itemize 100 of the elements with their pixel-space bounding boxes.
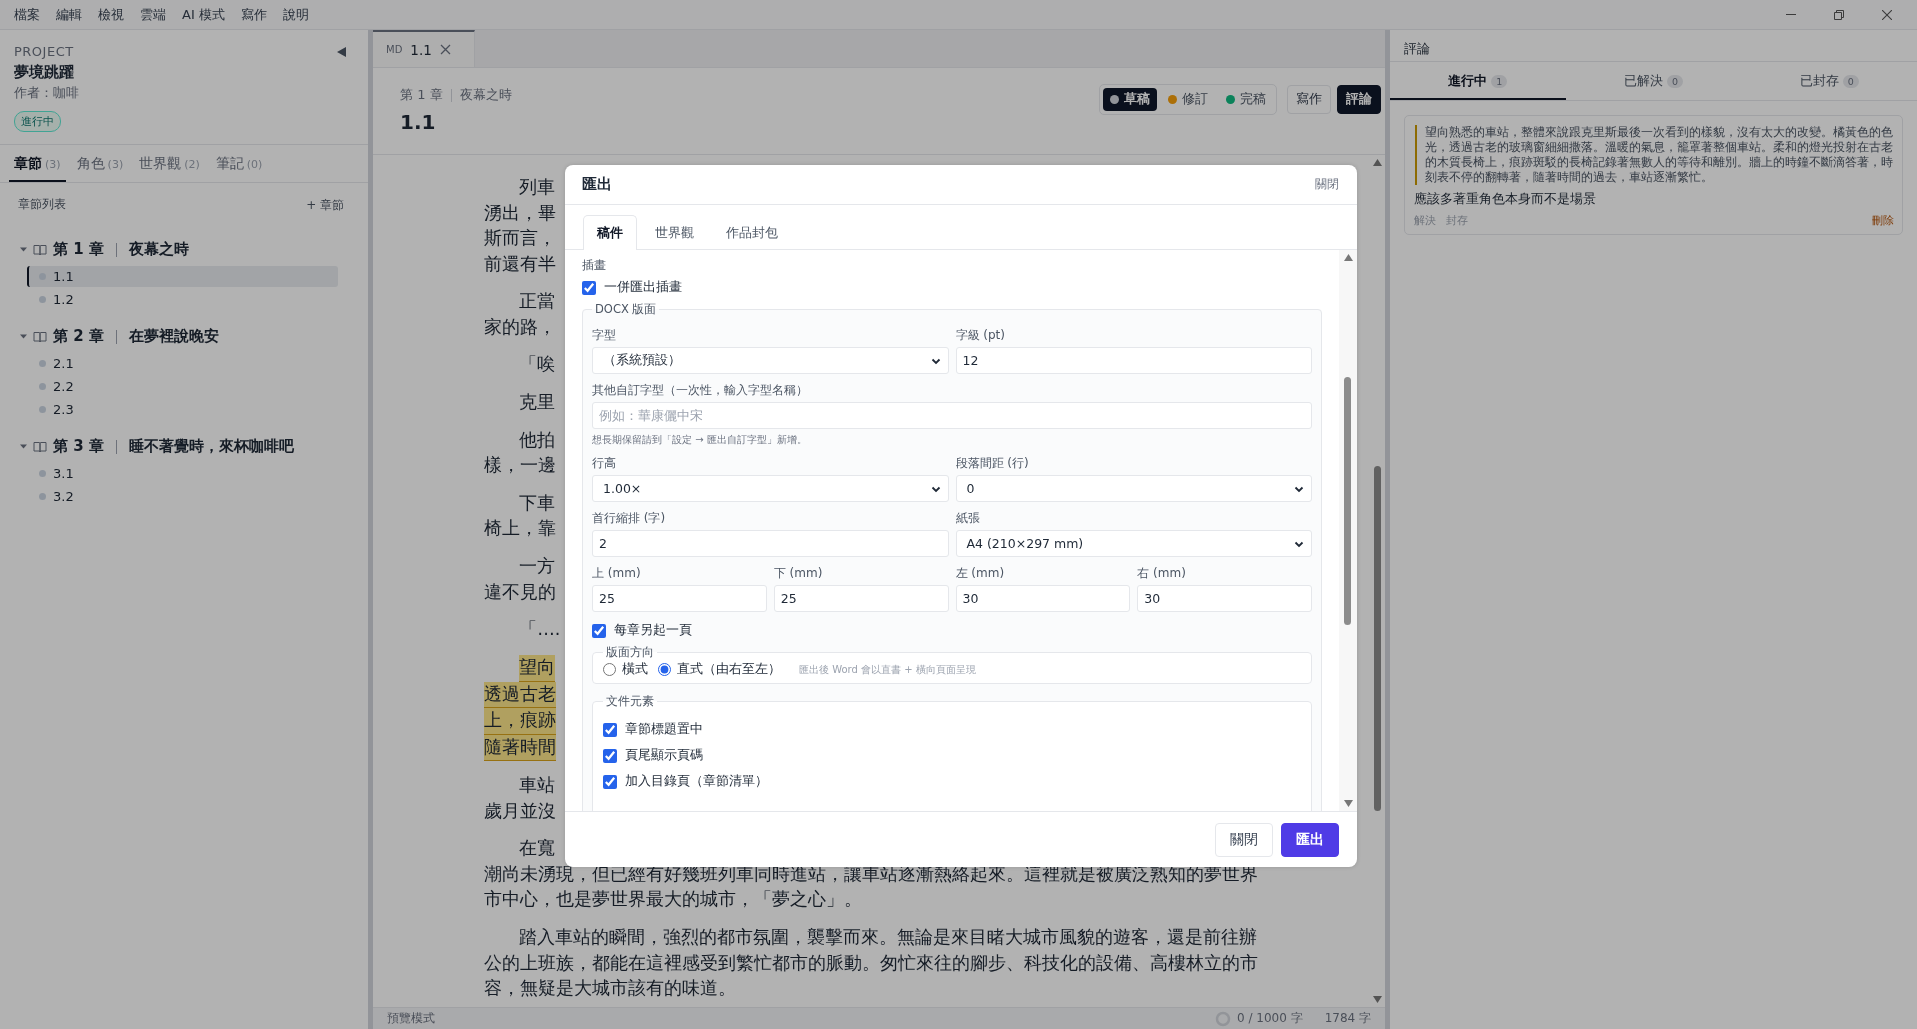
- file-tab[interactable]: MD 1.1: [373, 30, 475, 67]
- input-field[interactable]: 例如：華康儷中宋: [592, 402, 1312, 429]
- checkbox[interactable]: [603, 722, 617, 737]
- sidebar-tab[interactable]: 世界觀 (2): [134, 155, 205, 182]
- text-line: 公的上班族，都能在這裡感受到繁忙都市的脈動。匆忙來往的腳步、科技化的設備、高樓林立的市: [484, 951, 1258, 975]
- field-label: 下 (mm): [773, 566, 824, 581]
- select-field[interactable]: （系統預設）: [592, 347, 949, 374]
- radio-button[interactable]: [658, 663, 671, 676]
- chapter-item[interactable]: 第 1 章 夜幕之時: [20, 240, 368, 259]
- bullet-icon: [39, 406, 46, 413]
- select-field[interactable]: 0: [955, 475, 1312, 502]
- input-field[interactable]: 25: [592, 585, 767, 612]
- section-item[interactable]: 3.2: [27, 486, 338, 507]
- comment-tab[interactable]: 已封存 0: [1741, 62, 1917, 100]
- field-label: 行高: [592, 456, 617, 471]
- status-badge: 進行中: [14, 111, 61, 132]
- chapter-item[interactable]: 第 2 章 在夢裡說晚安: [20, 327, 368, 346]
- mode-button[interactable]: 評論: [1337, 85, 1381, 114]
- text-line: 踏入車站的瞬間，強烈的都市氛圍，襲擊而來。無論是來目睹大城市風貌的遊客，還是前往辦: [519, 926, 1258, 950]
- author-label: 作者：咖啡: [14, 84, 80, 102]
- chapter-item[interactable]: 第 3 章 睡不著覺時，來杯咖啡吧: [20, 437, 368, 456]
- input-field[interactable]: 12: [955, 347, 1312, 374]
- menu-item[interactable]: 雲端: [132, 5, 174, 24]
- menu-item[interactable]: AI 模式: [174, 5, 233, 24]
- caret-icon[interactable]: [20, 246, 27, 253]
- bullet-icon: [39, 493, 46, 500]
- input-field[interactable]: 30: [955, 585, 1131, 612]
- delete-link[interactable]: 刪除: [1872, 213, 1894, 228]
- comment-tab[interactable]: 已解決 0: [1565, 62, 1742, 100]
- scrollbar[interactable]: [1339, 250, 1357, 811]
- field-label: 首行縮排 (字): [592, 511, 667, 526]
- hint-text: 想長期保留請到「設定 → 匯出自訂字型」新增。: [592, 433, 808, 447]
- dialog-tab[interactable]: 世界觀: [641, 215, 708, 250]
- text-line: 「唉: [519, 353, 556, 377]
- restore-icon[interactable]: [1834, 9, 1844, 20]
- text-line: 湧出，畢: [484, 201, 556, 225]
- select-field[interactable]: A4 (210×297 mm): [955, 530, 1312, 557]
- scroll-up-arrow-icon[interactable]: [1373, 159, 1382, 166]
- document-title: 1.1: [400, 110, 437, 134]
- status-button[interactable]: 修訂: [1161, 88, 1215, 111]
- scroll-up-arrow-icon[interactable]: [1343, 254, 1353, 261]
- radio-button[interactable]: [603, 663, 616, 676]
- dialog-tab[interactable]: 作品封包: [712, 215, 792, 250]
- section-item[interactable]: 1.2: [27, 289, 338, 310]
- checkbox[interactable]: [592, 623, 606, 638]
- word-goal: 0 / 1000 字: [1236, 1010, 1303, 1027]
- menu-item[interactable]: 編輯: [48, 5, 90, 24]
- close-link[interactable]: 關閉: [1315, 177, 1339, 192]
- text-line: 歲月並沒: [484, 799, 556, 823]
- input-field[interactable]: 2: [592, 530, 949, 557]
- sidebar-tab[interactable]: 筆記 (0): [210, 155, 268, 182]
- checkbox-label: 一併匯出插畫: [604, 279, 682, 296]
- input-field[interactable]: 25: [773, 585, 949, 612]
- checkbox[interactable]: [603, 774, 617, 789]
- caret-icon[interactable]: [20, 443, 27, 450]
- checkbox-label: 每章另起一頁: [614, 622, 692, 639]
- menu-item[interactable]: 檔案: [6, 5, 48, 24]
- group-legend: DOCX 版面: [592, 302, 660, 317]
- select-field[interactable]: 1.00×: [592, 475, 949, 502]
- close-icon[interactable]: [439, 44, 451, 55]
- checkbox-label: 頁尾顯示頁碼: [625, 747, 703, 764]
- scrollbar-thumb[interactable]: [1374, 466, 1381, 811]
- scroll-down-arrow-icon[interactable]: [1343, 800, 1353, 807]
- menu-item[interactable]: 檢視: [90, 5, 132, 24]
- close-button[interactable]: 關閉: [1215, 822, 1273, 857]
- sidebar-tab[interactable]: 角色 (3): [71, 155, 129, 182]
- text-line: 違不見的: [484, 580, 556, 604]
- status-button[interactable]: 草稿: [1103, 88, 1157, 111]
- text-line: 容，無疑是大城市該有的味道。: [484, 977, 736, 1001]
- hint-text: 匯出後 Word 會以直書 + 橫向頁面呈現: [799, 662, 976, 677]
- scrollbar-thumb[interactable]: [1344, 377, 1351, 625]
- section-item[interactable]: 1.1: [27, 266, 338, 287]
- section-item[interactable]: 2.1: [27, 353, 338, 374]
- dialog-title: 匯出: [582, 175, 612, 194]
- mode-button[interactable]: 寫作: [1287, 85, 1331, 114]
- field-label: 字級 (pt): [955, 328, 1006, 343]
- section-item[interactable]: 3.1: [27, 463, 338, 484]
- scroll-down-arrow-icon[interactable]: [1373, 996, 1382, 1003]
- section-item[interactable]: 2.3: [27, 399, 338, 420]
- checkbox-label: 加入目錄頁（章節清單）: [625, 773, 768, 790]
- checkbox[interactable]: [582, 280, 596, 295]
- menu-item[interactable]: 寫作: [232, 5, 275, 24]
- section-item[interactable]: 2.2: [27, 376, 338, 397]
- quoted-text: 望向熟悉的車站，整體來說跟克里斯最後一次看到的樣貌，沒有太大的改變。橘黃色的色光，透過古老的玻璃窗細細撒落。溫暖的氣息，籠罩著整個車站。柔和的燈光投射在古老的木質長椅上，痕跡斑駁的長椅記錄著無數人的等待和離別。牆上的時鐘不斷滴答著，時刻表不停的翻轉著，隨著時間的過去，車站逐漸繁忙。: [1415, 125, 1894, 185]
- status-button[interactable]: 完稿: [1219, 88, 1273, 111]
- close-icon[interactable]: [1882, 9, 1892, 20]
- comment-tab[interactable]: 進行中 1: [1390, 62, 1566, 100]
- checkbox[interactable]: [603, 748, 617, 763]
- add-chapter-button[interactable]: + 章節: [306, 197, 344, 214]
- collapse-icon[interactable]: [337, 46, 346, 57]
- menu-item[interactable]: 說明: [274, 5, 317, 24]
- export-button[interactable]: 匯出: [1281, 822, 1339, 857]
- input-field[interactable]: 30: [1137, 585, 1312, 612]
- caret-icon[interactable]: [20, 333, 27, 340]
- bullet-icon: [39, 470, 46, 477]
- dialog-tab[interactable]: 稿件: [583, 215, 637, 250]
- sidebar-tab[interactable]: 章節 (3): [9, 155, 66, 182]
- project-title: 夢境跳躍: [14, 63, 75, 82]
- bullet-icon: [39, 296, 46, 303]
- radio-label: 橫式: [622, 661, 648, 678]
